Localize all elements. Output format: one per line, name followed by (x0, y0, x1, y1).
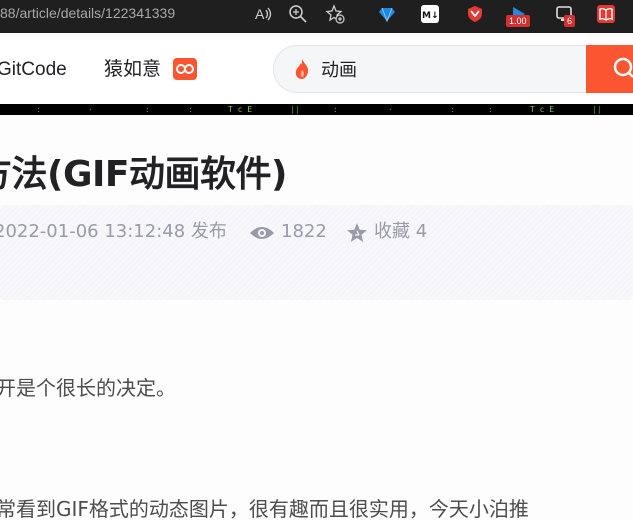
address-bar-url[interactable]: 88/article/details/122341339 (0, 0, 175, 33)
svg-text:M↓: M↓ (422, 11, 439, 21)
gem-extension-icon[interactable] (378, 5, 396, 23)
article-meta-box: 2022-01-06 13:12:48 发布 1822 收藏 4 (0, 205, 633, 300)
search-button[interactable] (586, 45, 633, 93)
paragraph-1: 开是个很长的决定。 (0, 376, 176, 400)
markdown-extension-icon[interactable]: M↓ (421, 5, 439, 23)
browser-toolbar: 88/article/details/122341339 A M↓ 1.00 6 (0, 0, 633, 33)
monitor-badge: 6 (564, 15, 576, 27)
search-box[interactable] (273, 45, 593, 93)
shield-extension-icon[interactable] (466, 5, 484, 23)
publish-date-container: 2022-01-06 13:12:48 发布 (0, 219, 240, 247)
add-favorite-icon[interactable] (325, 4, 345, 24)
zoom-icon[interactable] (288, 4, 308, 24)
flame-icon (292, 58, 312, 80)
views-count: 1822 (281, 221, 327, 242)
star-icon[interactable] (346, 222, 368, 244)
svg-text:A: A (255, 6, 265, 22)
eye-icon (250, 227, 274, 239)
paragraph-2: 常看到GIF格式的动态图片，很有趣而且很实用，今天小泊推 (0, 497, 529, 520)
yuanruyi-logo-icon[interactable] (173, 58, 197, 80)
article-content: 方法(GIF动画软件) 2022-01-06 13:12:48 发布 1822 … (0, 115, 633, 520)
article-title: 方法(GIF动画软件) (0, 154, 287, 195)
book-extension-icon[interactable] (597, 5, 615, 23)
nav-gitcode-link[interactable]: GitCode (0, 57, 67, 83)
title-container: 方法(GIF动画软件) (0, 115, 360, 205)
speed-badge: 1.00 (506, 15, 530, 27)
nav-yuanruyi-link[interactable]: 猿如意 (104, 57, 161, 83)
marquee-strip: : ·:: T c E ||: ·:: T c E || (0, 104, 633, 115)
favorites-label[interactable]: 收藏 4 (374, 219, 427, 245)
read-aloud-icon[interactable]: A (253, 4, 273, 24)
publish-date: 2022-01-06 13:12:48 发布 (0, 221, 227, 242)
site-header: GitCode 猿如意 (0, 33, 633, 106)
search-icon (613, 57, 633, 78)
search-input[interactable] (321, 56, 571, 82)
